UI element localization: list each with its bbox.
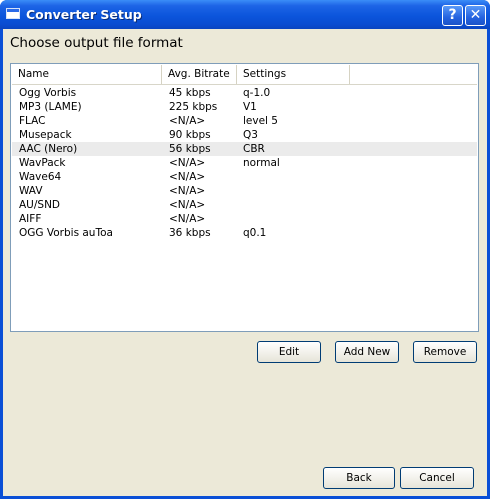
list-item-settings: normal [243,157,280,169]
list-item-name: MP3 (LAME) [19,101,82,113]
list-item-settings: level 5 [243,115,278,127]
list-item[interactable]: Musepack 90 kbps Q3 [12,128,477,142]
format-list[interactable]: Name Avg. Bitrate Settings Ogg Vorbis 45 … [10,63,479,332]
list-item-settings: q0.1 [243,227,267,239]
close-icon[interactable]: ✕ [465,5,486,26]
list-item-bitrate: <N/A> [169,115,206,127]
list-item-bitrate: 45 kbps [169,87,211,99]
cancel-button[interactable]: Cancel [400,467,474,489]
list-item-bitrate: 56 kbps [169,143,211,155]
edit-button[interactable]: Edit [257,341,321,363]
list-item-bitrate: <N/A> [169,157,206,169]
list-item-name: Musepack [19,129,72,141]
list-item-bitrate: <N/A> [169,185,206,197]
column-header-settings[interactable]: Settings [237,65,350,84]
list-item[interactable]: OGG Vorbis auToa 36 kbps q0.1 [12,226,477,240]
list-item-bitrate: <N/A> [169,213,206,225]
back-button[interactable]: Back [323,467,395,489]
list-item-bitrate: <N/A> [169,199,206,211]
page-title: Choose output file format [10,35,183,51]
list-item[interactable]: FLAC <N/A> level 5 [12,114,477,128]
add-new-button[interactable]: Add New [335,341,399,363]
list-item-name: OGG Vorbis auToa [19,227,113,239]
list-item[interactable]: Wave64 <N/A> [12,170,477,184]
list-item-bitrate: 90 kbps [169,129,211,141]
list-item-name: WavPack [19,157,66,169]
list-item[interactable]: Ogg Vorbis 45 kbps q-1.0 [12,86,477,100]
help-icon[interactable]: ? [442,5,463,26]
list-item-bitrate: <N/A> [169,171,206,183]
list-item[interactable]: AU/SND <N/A> [12,198,477,212]
column-header-bitrate[interactable]: Avg. Bitrate [162,65,237,84]
remove-button[interactable]: Remove [413,341,477,363]
list-item-settings: Q3 [243,129,258,141]
window-title: Converter Setup [26,7,142,22]
list-item-name: Wave64 [19,171,62,183]
list-item-name: AU/SND [19,199,61,211]
dialog-client-area: Choose output file format Name Avg. Bitr… [3,29,487,496]
list-item-name: WAV [19,185,43,197]
list-item-name: FLAC [19,115,46,127]
list-item[interactable]: AAC (Nero) 56 kbps CBR [12,142,477,156]
list-item-settings: q-1.0 [243,87,271,99]
list-item[interactable]: WavPack <N/A> normal [12,156,477,170]
list-item-settings: CBR [243,143,265,155]
list-item-bitrate: 36 kbps [169,227,211,239]
list-item[interactable]: AIFF <N/A> [12,212,477,226]
column-header-name[interactable]: Name [12,65,162,84]
list-item[interactable]: MP3 (LAME) 225 kbps V1 [12,100,477,114]
list-item[interactable]: WAV <N/A> [12,184,477,198]
window-icon [6,8,20,19]
list-item-name: AIFF [19,213,42,225]
list-item-name: Ogg Vorbis [19,87,77,99]
list-item-settings: V1 [243,101,257,113]
converter-setup-window: Converter Setup ? ✕ Choose output file f… [0,0,490,499]
title-bar[interactable]: Converter Setup ? ✕ [0,0,490,29]
list-item-name: AAC (Nero) [19,143,78,155]
list-header: Name Avg. Bitrate Settings [12,65,477,85]
list-item-bitrate: 225 kbps [169,101,218,113]
